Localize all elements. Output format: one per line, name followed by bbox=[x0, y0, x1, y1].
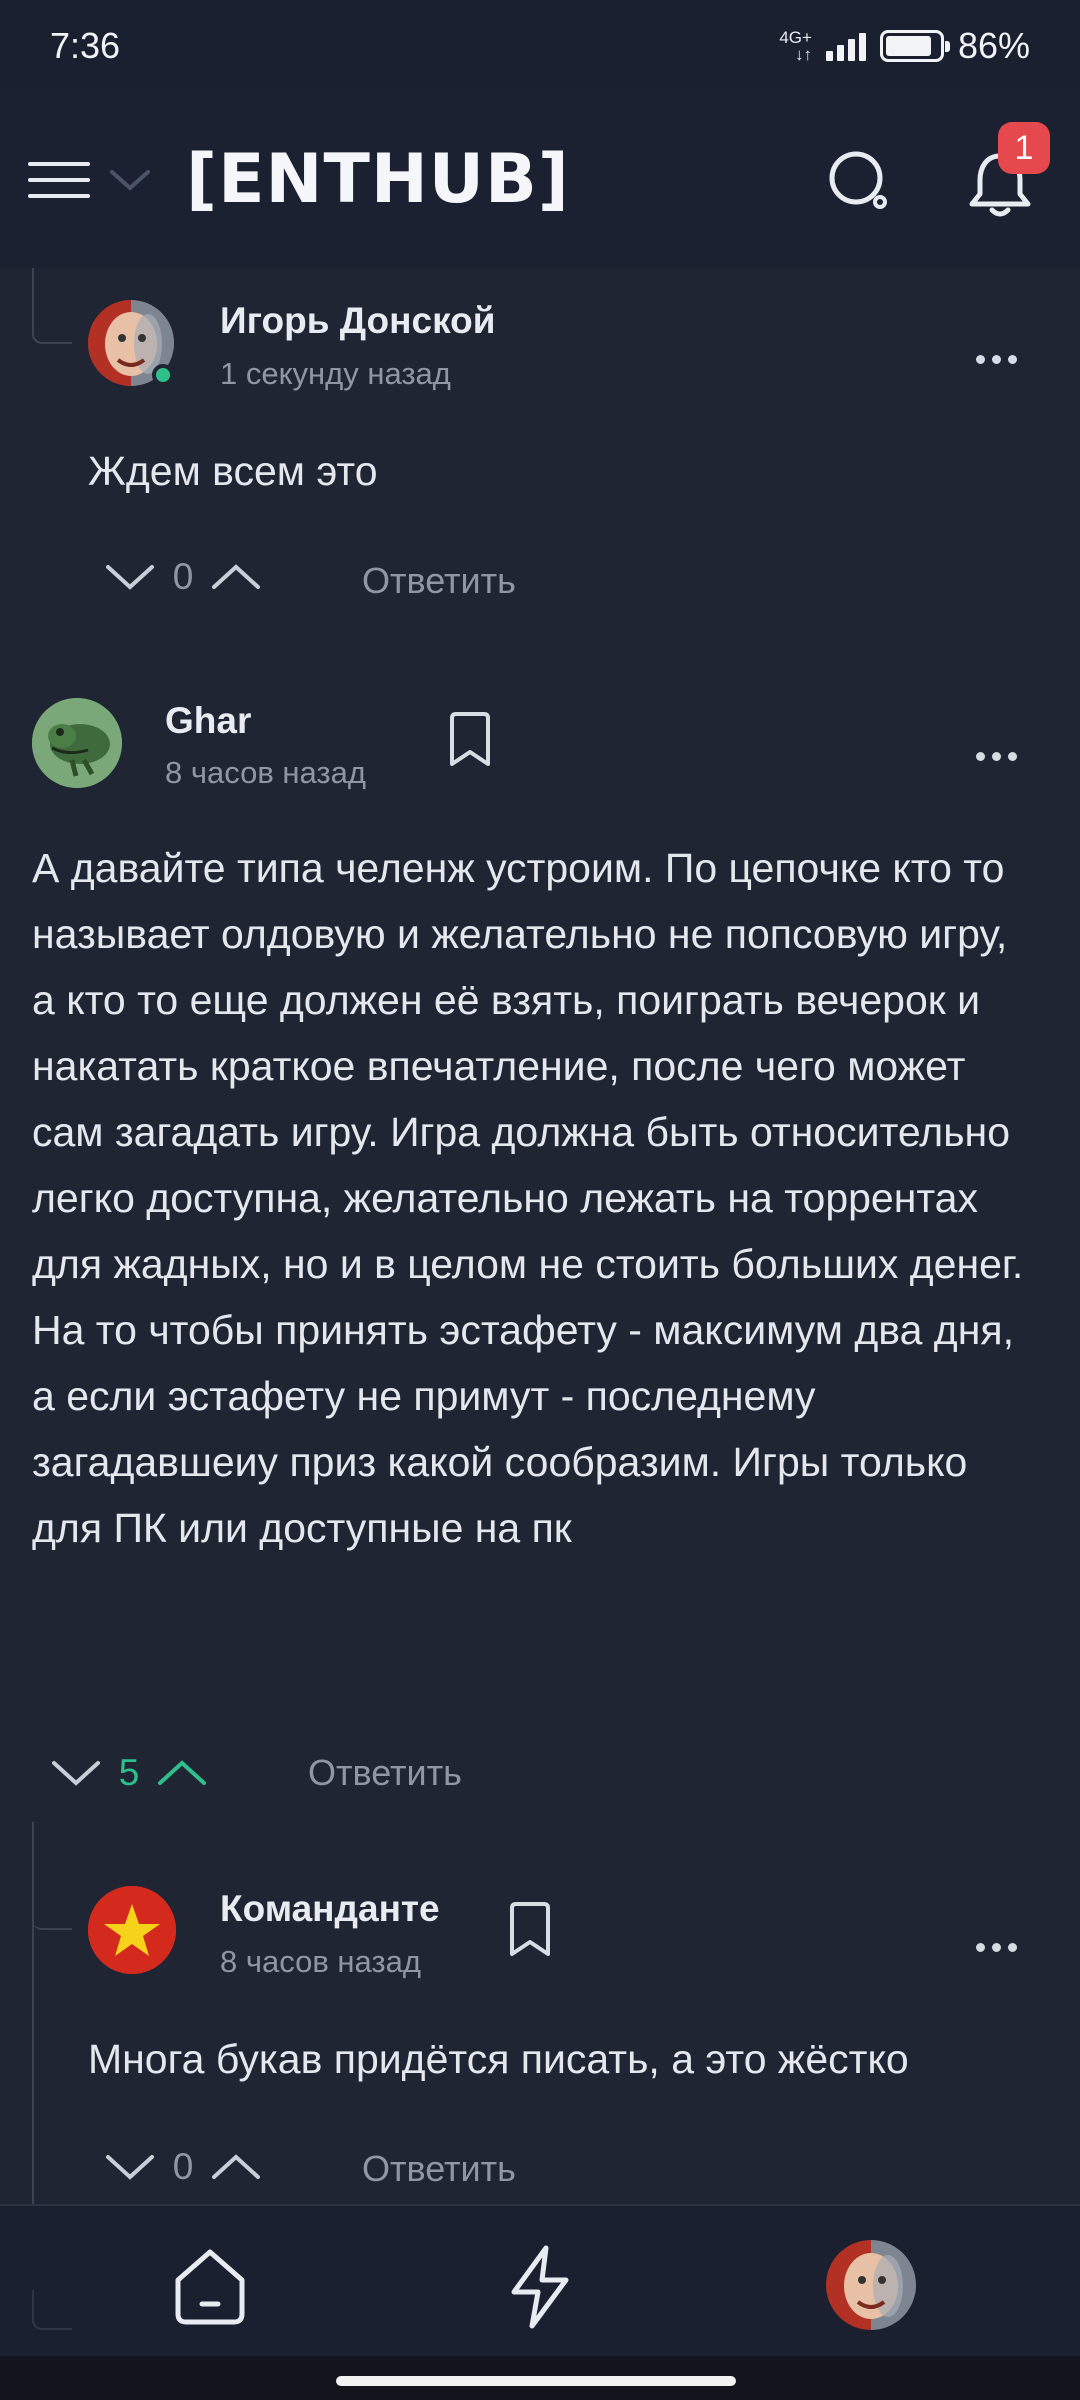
comment-author[interactable]: Команданте bbox=[220, 1888, 440, 1930]
comment-text: Многа букав придётся писать, а это жёстк… bbox=[88, 2036, 909, 2082]
profile-avatar[interactable] bbox=[826, 2240, 916, 2330]
site-logo[interactable]: [ENTHUB] bbox=[186, 140, 570, 219]
menu-button[interactable] bbox=[28, 150, 168, 210]
vote-count: 5 bbox=[118, 1752, 140, 1793]
vote-controls: 0 bbox=[104, 2146, 262, 2188]
home-indicator[interactable] bbox=[336, 2376, 736, 2386]
notification-badge: 1 bbox=[998, 122, 1050, 174]
battery-percent: 86% bbox=[957, 25, 1030, 66]
battery-icon bbox=[879, 30, 950, 62]
network-indicator: 4G+ ↓↑ bbox=[779, 28, 812, 64]
comment-text: Ждем всем это bbox=[88, 448, 378, 494]
gesture-bar bbox=[0, 2356, 1080, 2400]
downvote-icon[interactable] bbox=[104, 2147, 156, 2187]
home-icon[interactable] bbox=[168, 2244, 252, 2328]
bookmark-icon[interactable] bbox=[506, 1902, 554, 1958]
comment-time[interactable]: 8 часов назад bbox=[165, 755, 366, 791]
search-button[interactable] bbox=[828, 150, 892, 214]
more-button[interactable] bbox=[976, 355, 1017, 364]
vote-count: 0 bbox=[172, 556, 194, 597]
menu-icon bbox=[28, 162, 90, 198]
upvote-icon[interactable] bbox=[210, 2147, 262, 2187]
reply-button[interactable]: Ответить bbox=[362, 560, 516, 602]
thread-line bbox=[32, 2290, 72, 2330]
lightning-icon[interactable] bbox=[504, 2244, 576, 2330]
bookmark-icon[interactable] bbox=[446, 712, 494, 768]
star-flag-icon bbox=[88, 1886, 176, 1974]
more-button[interactable] bbox=[976, 1943, 1017, 1952]
downvote-icon[interactable] bbox=[104, 557, 156, 597]
thread-line bbox=[32, 268, 72, 344]
avatar[interactable] bbox=[88, 1886, 176, 1974]
thread-corner bbox=[32, 1880, 72, 1930]
comment-author[interactable]: Игорь Донской bbox=[220, 300, 495, 342]
comment-author[interactable]: Ghar bbox=[165, 700, 251, 742]
more-button[interactable] bbox=[976, 752, 1017, 761]
vote-controls: 5 bbox=[50, 1752, 208, 1794]
chevron-down-icon bbox=[110, 170, 150, 191]
comment-time[interactable]: 8 часов назад bbox=[220, 1944, 421, 1980]
avatar-image bbox=[826, 2240, 916, 2330]
upvote-icon[interactable] bbox=[156, 1753, 208, 1793]
search-icon bbox=[829, 151, 887, 209]
reply-button[interactable]: Ответить bbox=[308, 1752, 462, 1794]
status-indicators: 4G+ ↓↑ 86% bbox=[779, 25, 1030, 67]
vote-count: 0 bbox=[172, 2146, 194, 2187]
signal-icon bbox=[825, 31, 866, 61]
status-time: 7:36 bbox=[50, 25, 121, 66]
online-indicator bbox=[152, 364, 174, 386]
upvote-icon[interactable] bbox=[210, 557, 262, 597]
status-bar: 7:36 4G+ ↓↑ 86% bbox=[0, 0, 1080, 92]
vote-controls: 0 bbox=[104, 556, 262, 598]
avatar-image bbox=[32, 698, 122, 788]
app-header: [ENTHUB] 1 bbox=[0, 92, 1080, 268]
avatar[interactable] bbox=[32, 698, 122, 788]
comment-time[interactable]: 1 секунду назад bbox=[220, 356, 451, 392]
bottom-navigation bbox=[0, 2204, 1080, 2356]
comment-text: А давайте типа челенж устроим. По цепочк… bbox=[32, 845, 1024, 1551]
reply-button[interactable]: Ответить bbox=[362, 2148, 516, 2190]
downvote-icon[interactable] bbox=[50, 1753, 102, 1793]
